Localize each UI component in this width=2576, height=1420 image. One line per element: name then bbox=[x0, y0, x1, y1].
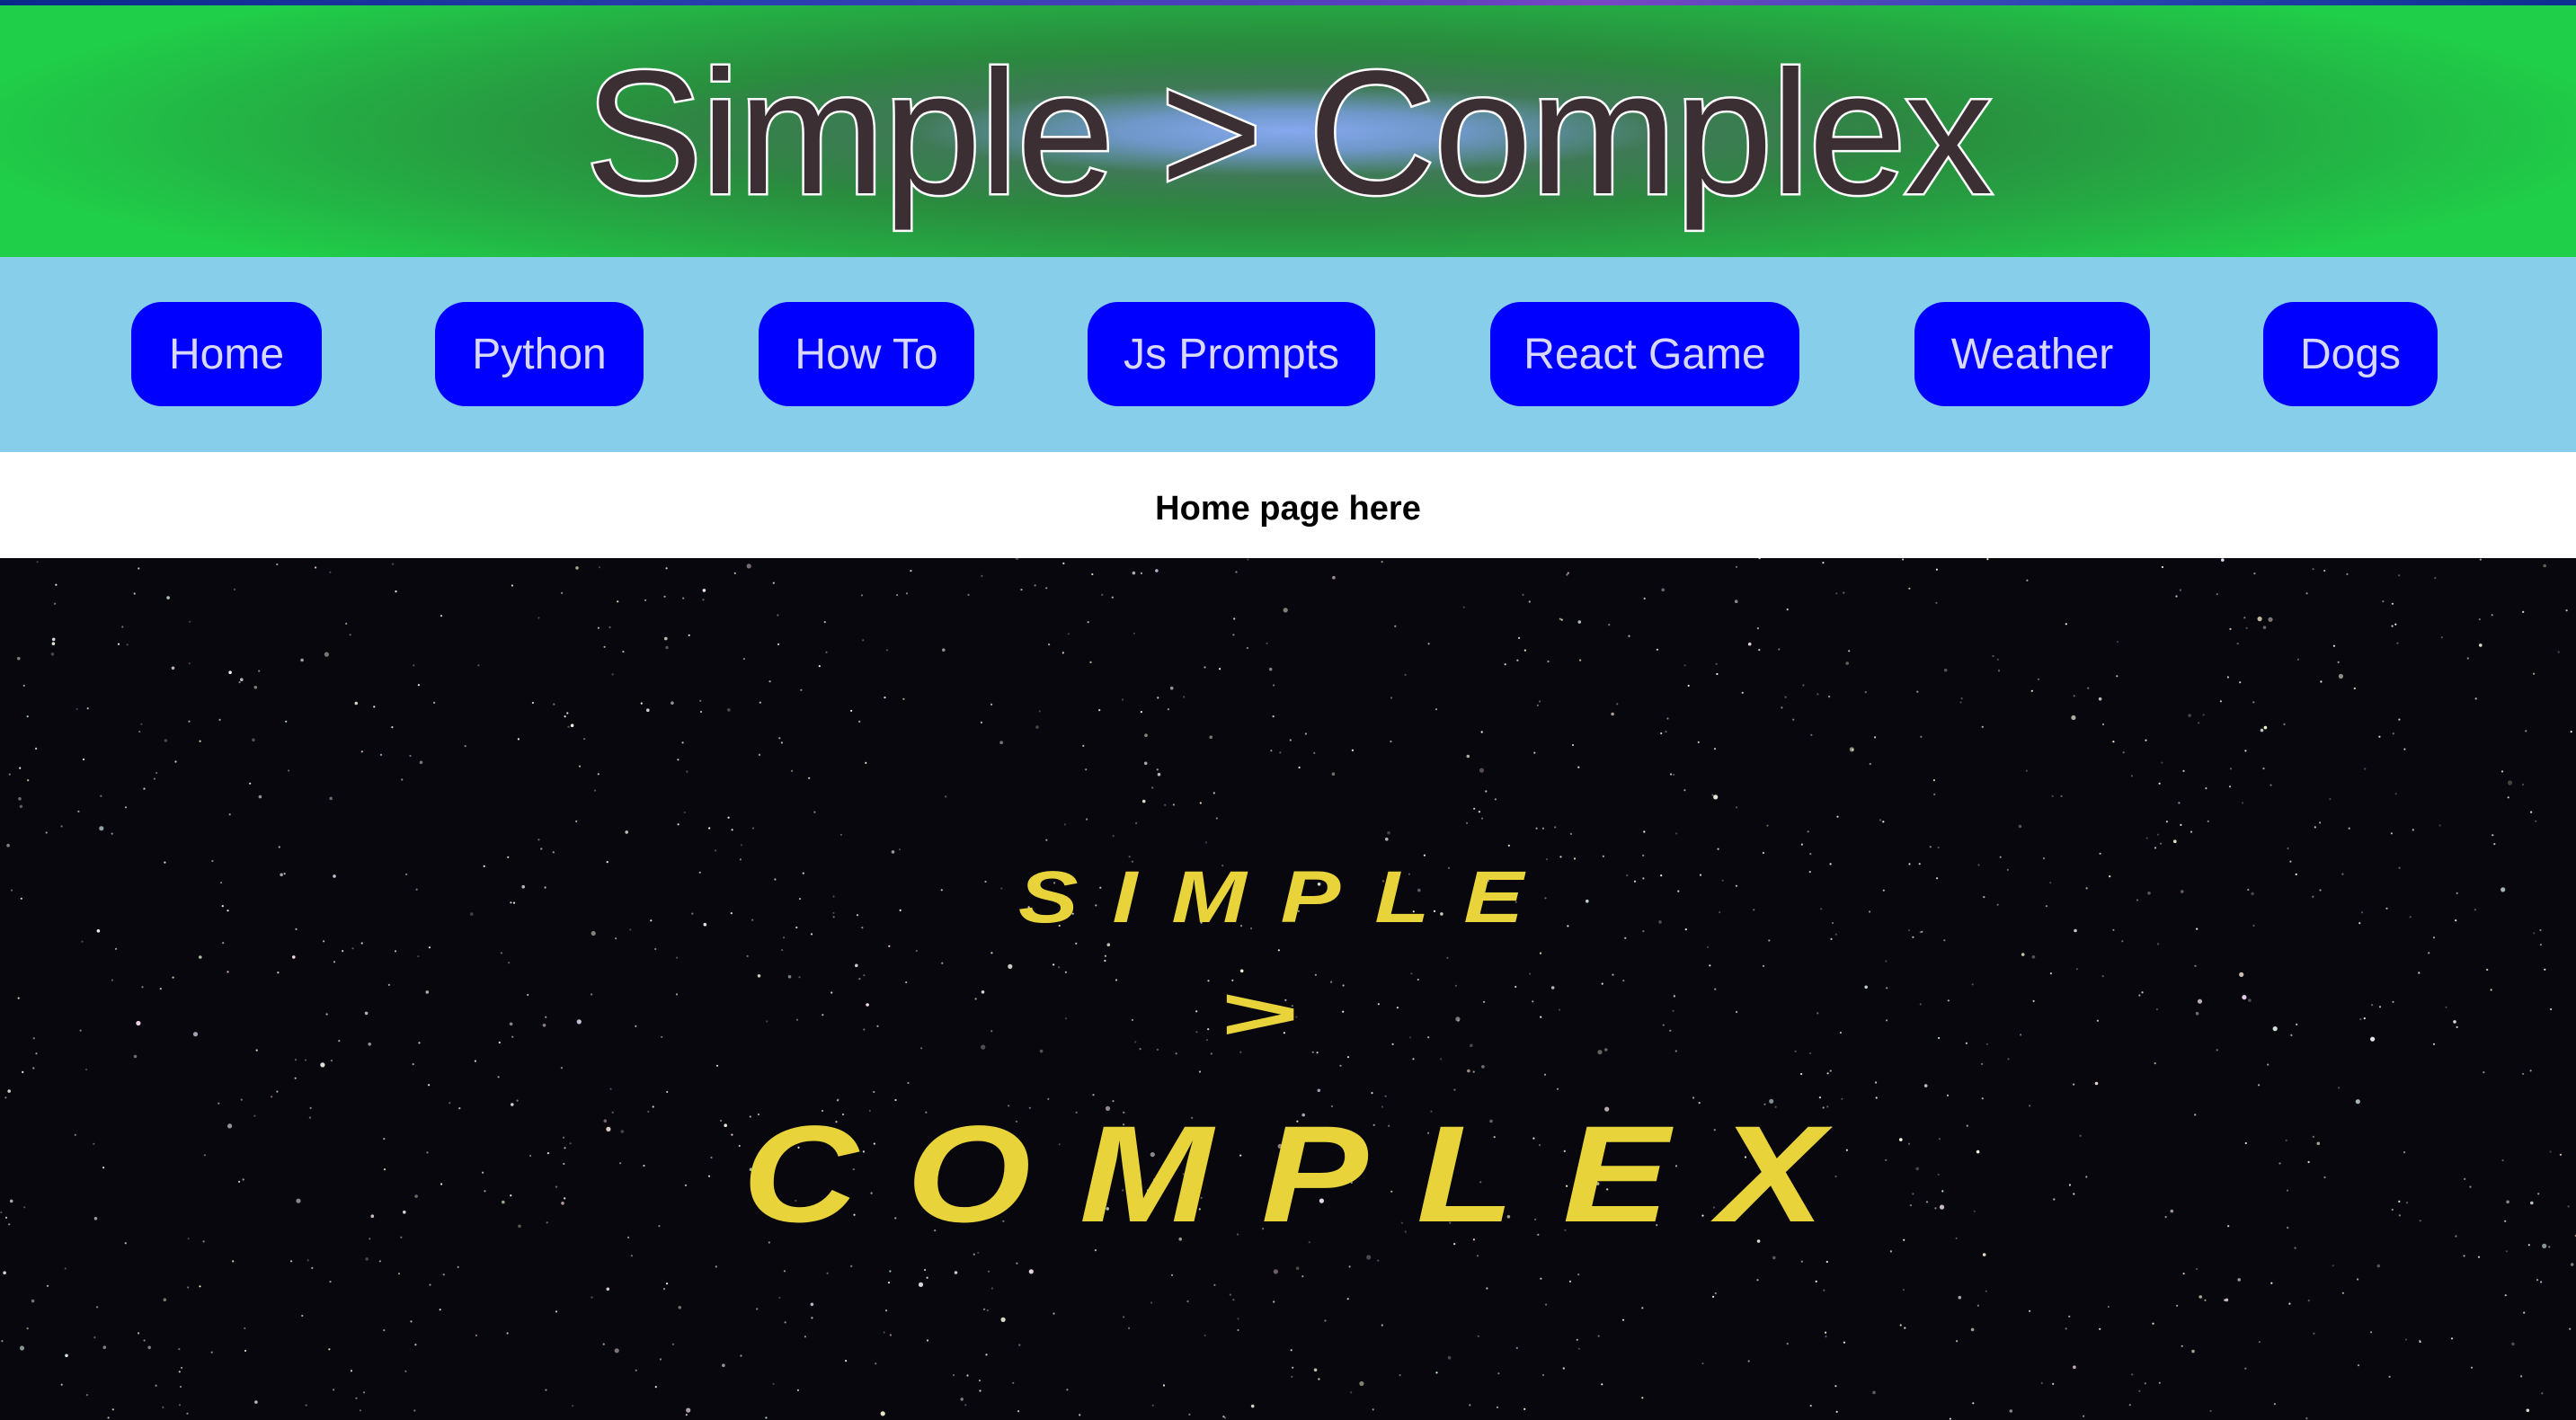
page-heading: Home page here bbox=[1155, 489, 1421, 528]
nav-button-how-to[interactable]: How To bbox=[759, 302, 974, 406]
page: Simple > Complex Home Python How To Js P… bbox=[0, 0, 2576, 1420]
nav-button-home[interactable]: Home bbox=[131, 302, 322, 406]
nav-button-js-prompts[interactable]: Js Prompts bbox=[1088, 302, 1375, 406]
nav-button-weather[interactable]: Weather bbox=[1914, 302, 2150, 406]
nav-button-dogs[interactable]: Dogs bbox=[2263, 302, 2438, 406]
crawl-logo: SIMPLE > COMPLEX bbox=[742, 856, 1873, 1252]
site-title: Simple > Complex bbox=[583, 34, 1995, 231]
crawl-line-complex: COMPLEX bbox=[742, 1098, 1873, 1252]
crawl-line-simple: SIMPLE bbox=[1018, 856, 1558, 937]
nav-button-python[interactable]: Python bbox=[435, 302, 644, 406]
content-area: Home page here bbox=[0, 452, 2576, 558]
main-nav: Home Python How To Js Prompts React Game… bbox=[0, 257, 2576, 452]
crawl-line-greater-than: > bbox=[1221, 972, 1300, 1055]
nav-button-react-game[interactable]: React Game bbox=[1490, 302, 1799, 406]
site-banner: Simple > Complex bbox=[0, 5, 2576, 257]
star-field-hero: SIMPLE > COMPLEX bbox=[0, 558, 2576, 1420]
